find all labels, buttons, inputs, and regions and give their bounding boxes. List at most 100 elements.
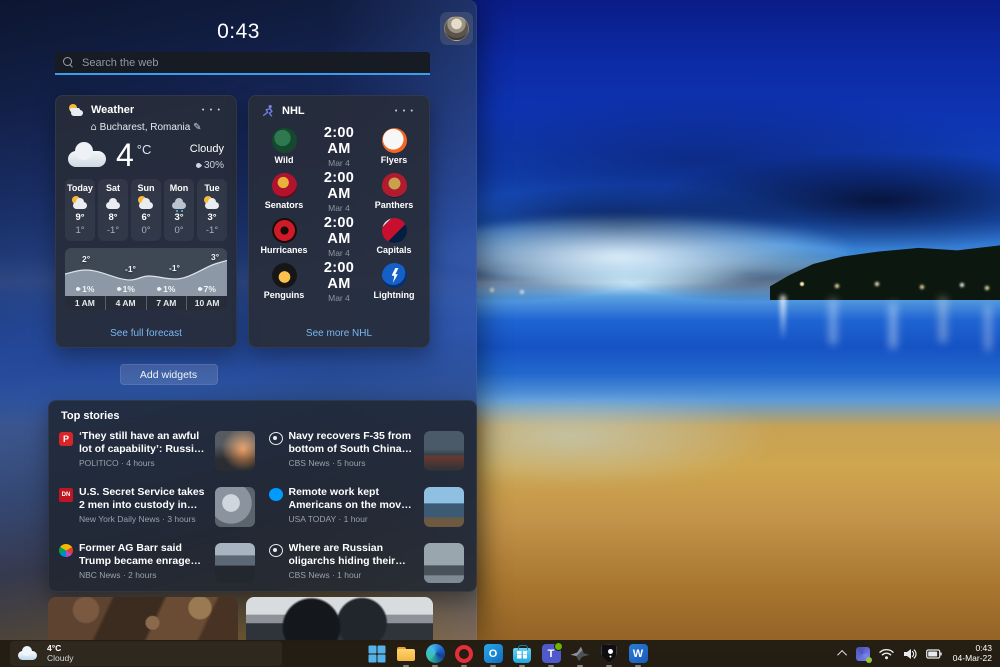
forecast-day[interactable]: Tue 3° -1° <box>197 179 227 241</box>
microsoft-store-button[interactable] <box>511 643 533 665</box>
droplet-icon <box>75 286 81 292</box>
nhl-widget-title: NHL <box>282 105 391 117</box>
weather-location: Bucharest, Romania <box>100 122 191 133</box>
teams-tray-icon[interactable] <box>856 647 870 661</box>
opera-icon <box>455 645 473 663</box>
search-icon <box>63 57 74 68</box>
wild-logo-icon <box>272 128 297 153</box>
pencil-icon[interactable]: ✎ <box>193 122 201 133</box>
penguins-logo-icon <box>272 263 297 288</box>
hourly-precipitation-row: 1% 1% 1% 7% <box>65 284 227 294</box>
chevron-up-icon[interactable] <box>837 650 847 660</box>
top-stories-grid: ‘They still have an awful lot of capabil… <box>49 422 476 592</box>
droplet-icon <box>197 286 203 292</box>
web-search-bar[interactable] <box>55 52 430 75</box>
politico-icon <box>59 432 73 446</box>
wallpaper-wet-sand <box>480 400 780 490</box>
hour-temp-label: -1° <box>169 263 180 273</box>
widgets-clock: 0:43 <box>0 20 477 44</box>
forecast-days: Today 9° 1° Sat 8° -1° Sun 6° 0° <box>56 175 236 241</box>
outlook-button[interactable] <box>482 643 504 665</box>
taskbar-condition: Cloudy <box>47 654 73 664</box>
weather-widget: Weather ⌂ Bucharest, Romania ✎ 4 °C Clou… <box>55 95 237 348</box>
nhl-game-row[interactable]: Hurricanes 2:00 AM Mar 4 Capitals <box>257 214 421 259</box>
system-tray <box>840 640 942 667</box>
hour-temp-label: 3° <box>211 252 219 262</box>
droplet-icon <box>195 162 202 169</box>
current-condition: Cloudy <box>190 143 224 155</box>
forecast-day[interactable]: Sat 8° -1° <box>98 179 128 241</box>
hourly-times-axis: 1 AM 4 AM 7 AM 10 AM <box>65 296 227 310</box>
rainy-icon <box>169 196 189 210</box>
misc-app-button[interactable] <box>569 643 591 665</box>
file-explorer-button[interactable] <box>395 643 417 665</box>
nhl-game-row[interactable]: Senators 2:00 AM Mar 4 Panthers <box>257 169 421 214</box>
account-avatar-button[interactable] <box>440 12 473 45</box>
news-story[interactable]: Navy recovers F-35 from bottom of South … <box>269 430 465 480</box>
story-thumbnail <box>424 543 464 583</box>
weather-current: 4 °C Cloudy 30% <box>56 133 236 175</box>
news-story[interactable]: Remote work kept Americans on the mov… U… <box>269 486 465 536</box>
misc-app-icon <box>570 646 589 660</box>
nhl-game-row[interactable]: Wild 2:00 AM Mar 4 Flyers <box>257 124 421 169</box>
home-icon: ⌂ <box>91 122 97 133</box>
news-story[interactable]: Where are Russian oligarchs hiding their… <box>269 542 465 592</box>
news-story[interactable]: Former AG Barr said Trump became enrage…… <box>59 542 255 592</box>
partly-sunny-icon <box>70 196 90 210</box>
droplet-icon <box>156 286 162 292</box>
volume-icon[interactable] <box>903 648 917 660</box>
search-input[interactable] <box>82 57 422 69</box>
story-thumbnail <box>424 487 464 527</box>
cloudy-icon <box>103 196 123 210</box>
sun-cloud-icon <box>68 104 84 116</box>
partly-sunny-icon <box>202 196 222 210</box>
daily-news-icon <box>59 488 73 502</box>
edge-button[interactable] <box>424 643 446 665</box>
start-button[interactable] <box>366 643 388 665</box>
capitals-logo-icon <box>382 218 407 243</box>
see-full-forecast-link[interactable]: See full forecast <box>56 328 236 339</box>
user-avatar <box>444 16 469 41</box>
current-precipitation: 30% <box>204 160 224 171</box>
opera-button[interactable] <box>453 643 475 665</box>
nbc-icon <box>59 544 73 557</box>
windows-logo-icon <box>368 645 386 663</box>
wallpaper-shore-lights <box>800 282 804 286</box>
forecast-day[interactable]: Mon 3° 0° <box>164 179 194 241</box>
story-thumbnail <box>215 543 255 583</box>
edge-icon <box>426 644 445 663</box>
usa-today-icon <box>269 488 283 501</box>
teams-button[interactable] <box>540 643 562 665</box>
story-image-card[interactable] <box>48 597 238 640</box>
news-story[interactable]: U.S. Secret Service takes 2 men into cus… <box>59 486 255 536</box>
word-button[interactable] <box>627 643 649 665</box>
wifi-icon[interactable] <box>879 648 894 660</box>
widgets-panel: 0:43 Weather ⌂ Bucharest, Romania ✎ 4 <box>0 0 477 640</box>
senators-logo-icon <box>272 173 297 198</box>
teams-icon <box>542 644 561 663</box>
hourly-temperature-chart[interactable]: 2° -1° -1° 3° 1% 1% 1% 7% 1 AM 4 AM 7 AM… <box>65 248 227 310</box>
nhl-game-row[interactable]: Penguins 2:00 AM Mar 4 Lightning <box>257 259 421 304</box>
taskbar-clock[interactable]: 0:43 04-Mar-22 <box>953 643 992 663</box>
story-image-card[interactable] <box>246 597 433 640</box>
nhl-widget: NHL Wild 2:00 AM Mar 4 Flyers Senators <box>248 95 430 348</box>
taskbar-weather-widget[interactable]: 4°C Cloudy <box>10 641 282 666</box>
weather-menu-button[interactable] <box>198 104 226 116</box>
add-widgets-button[interactable]: Add widgets <box>120 364 218 385</box>
weather-location-row[interactable]: ⌂ Bucharest, Romania ✎ <box>56 122 236 133</box>
taskbar: 4°C Cloudy <box>0 640 1000 667</box>
cbs-icon <box>269 432 283 445</box>
cloud-icon <box>16 646 40 661</box>
desktop: 0:43 Weather ⌂ Bucharest, Romania ✎ 4 <box>0 0 1000 667</box>
forecast-day[interactable]: Sun 6° 0° <box>131 179 161 241</box>
password-manager-button[interactable] <box>598 643 620 665</box>
top-stories-section: Top stories ‘They still have an awful lo… <box>48 400 477 592</box>
shield-keyhole-icon <box>601 644 617 663</box>
story-thumbnail <box>424 431 464 471</box>
news-story[interactable]: ‘They still have an awful lot of capabil… <box>59 430 255 480</box>
flyers-logo-icon <box>382 128 407 153</box>
forecast-day[interactable]: Today 9° 1° <box>65 179 95 241</box>
nhl-menu-button[interactable] <box>391 105 419 117</box>
see-more-nhl-link[interactable]: See more NHL <box>249 328 429 339</box>
battery-icon[interactable] <box>926 649 942 659</box>
